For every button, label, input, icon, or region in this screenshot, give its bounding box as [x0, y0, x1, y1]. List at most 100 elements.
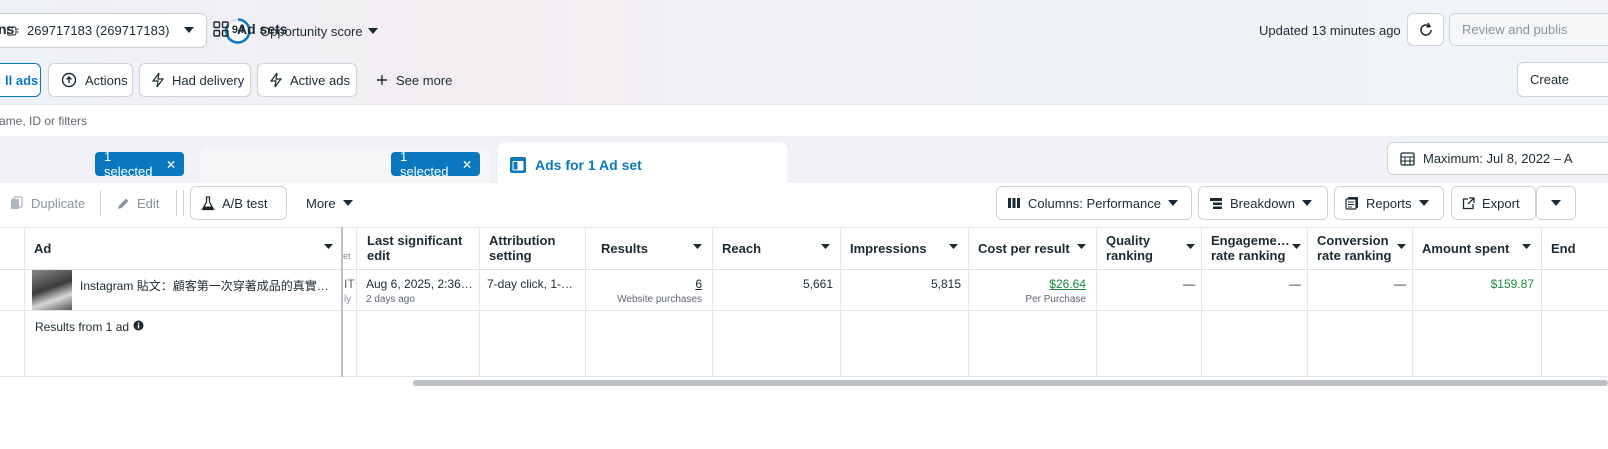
header-engagement[interactable]: Engageme… rate ranking [1203, 227, 1307, 269]
header-impressions[interactable]: Impressions [842, 227, 968, 269]
more-button[interactable]: More [296, 186, 363, 220]
close-icon[interactable] [463, 160, 471, 169]
review-publish-button[interactable]: Review and publis [1449, 13, 1608, 46]
columns-icon [1008, 198, 1020, 208]
active-ads-filter[interactable]: Active ads [257, 63, 357, 97]
plus-icon [377, 75, 387, 85]
ad-icon [510, 156, 526, 173]
cost-per-result-value[interactable]: $26.64 [970, 277, 1086, 291]
date-range-picker[interactable]: Maximum: Jul 8, 2022 – A [1387, 142, 1608, 175]
lightning-icon [270, 72, 282, 88]
search-bar[interactable]: ame, ID or filters [0, 104, 1608, 138]
sort-icon[interactable] [949, 244, 958, 249]
edit-label: Edit [137, 195, 160, 211]
refresh-button[interactable] [1407, 13, 1444, 46]
frozen-col-divider [341, 227, 343, 377]
reports-button[interactable]: Reports [1334, 186, 1444, 220]
chevron-down-icon [1167, 200, 1178, 206]
had-delivery-filter[interactable]: Had delivery [139, 63, 251, 97]
sort-icon[interactable] [1292, 244, 1301, 249]
ab-test-label: A/B test [222, 195, 268, 211]
duplicate-label: Duplicate [31, 195, 86, 211]
cost-per-result-sub: Per Purchase [1025, 294, 1086, 305]
header-results[interactable]: Results [593, 227, 712, 269]
export-label: Export [1482, 195, 1520, 211]
ab-test-button[interactable]: A/B test [190, 186, 287, 220]
edit-button[interactable]: Edit [107, 186, 169, 220]
toolbar-divider [176, 190, 177, 216]
adsets-selected-chip[interactable]: 1 selected [391, 149, 480, 179]
date-range-label: Maximum: Jul 8, 2022 – A [1423, 151, 1573, 166]
sort-icon[interactable] [1186, 244, 1195, 249]
export-menu-button[interactable] [1536, 186, 1576, 220]
header-cost-per-result[interactable]: Cost per result [970, 227, 1096, 269]
tab-adsets[interactable]: Ad sets [213, 10, 393, 47]
see-more-button[interactable]: See more [363, 63, 463, 97]
amount-spent-value: $159.87 [1490, 277, 1534, 291]
reach-value: 5,661 [802, 277, 833, 291]
table-border [0, 310, 1608, 311]
refresh-icon [1419, 22, 1432, 36]
breakdown-button[interactable]: Breakdown [1198, 186, 1328, 220]
attribution-value: 7-day click, 1-… [487, 277, 574, 291]
header-conversion-label: Conversion rate ranking [1317, 233, 1392, 263]
col-divider [24, 227, 25, 377]
create-button[interactable]: Create [1517, 62, 1608, 97]
header-ad[interactable]: Ad [26, 227, 341, 269]
flask-icon [201, 195, 215, 210]
header-amount-spent[interactable]: Amount spent [1414, 227, 1541, 269]
header-ends[interactable]: End [1543, 227, 1608, 269]
lightning-icon [152, 72, 164, 88]
toolbar-divider [183, 190, 184, 216]
ad-name-link[interactable]: Instagram 貼文：顧客第一次穿著成品的真實… [80, 277, 335, 294]
duplicate-button[interactable]: Duplicate [0, 186, 95, 220]
horizontal-scrollbar[interactable] [413, 380, 1608, 386]
header-last-edit-label: Last significant edit [367, 233, 463, 263]
export-button[interactable]: Export [1451, 186, 1536, 220]
sort-icon[interactable] [1397, 244, 1406, 249]
all-ads-filter[interactable]: ll ads [0, 63, 41, 97]
actions-filter[interactable]: Actions [48, 63, 133, 97]
tab-adsets-label: Ad sets [237, 20, 288, 37]
col-divider [712, 227, 713, 377]
engagement-ranking-value: — [1289, 277, 1301, 291]
quality-ranking-value: — [1183, 277, 1195, 291]
reports-icon [1345, 197, 1358, 210]
sort-icon[interactable] [1522, 244, 1531, 249]
header-results-label: Results [601, 240, 648, 256]
header-reach[interactable]: Reach [714, 227, 840, 269]
col-divider [356, 227, 357, 377]
tab-campaigns[interactable]: ns [0, 10, 188, 47]
header-last-edit[interactable]: Last significant edit [359, 227, 479, 269]
sort-icon[interactable] [1077, 244, 1086, 249]
sort-icon[interactable] [324, 244, 333, 249]
tab-campaigns-label: ns [0, 20, 15, 37]
campaigns-selected-chip[interactable]: 1 selected [95, 149, 184, 179]
col-divider [840, 227, 841, 377]
header-ends-label: End [1551, 240, 1576, 256]
results-value[interactable]: 6 [593, 277, 702, 291]
sort-icon[interactable] [693, 244, 702, 249]
table-border [0, 269, 1608, 270]
header-attribution[interactable]: Attribution setting [481, 227, 585, 269]
breakdown-icon [1210, 197, 1222, 209]
calendar-icon [1400, 152, 1415, 166]
table-border [0, 376, 1608, 377]
tab-ads[interactable]: Ads for 1 Ad set [509, 146, 779, 183]
columns-button[interactable]: Columns: Performance [996, 186, 1192, 220]
tab-ads-label: Ads for 1 Ad set [535, 156, 642, 173]
col-divider [585, 227, 586, 377]
ad-thumbnail[interactable] [32, 270, 72, 310]
grid-icon [213, 20, 229, 37]
results-sub: Website purchases [617, 294, 702, 305]
header-conversion[interactable]: Conversion rate ranking [1309, 227, 1412, 269]
partial-col-header: et [343, 251, 351, 261]
col-divider [1201, 227, 1202, 377]
review-publish-label: Review and publis [1462, 22, 1568, 37]
info-icon[interactable] [133, 320, 144, 331]
header-quality[interactable]: Quality ranking [1098, 227, 1201, 269]
sort-icon[interactable] [821, 244, 830, 249]
close-icon[interactable] [167, 160, 175, 169]
conversion-ranking-value: — [1394, 277, 1406, 291]
more-label: More [306, 195, 336, 211]
